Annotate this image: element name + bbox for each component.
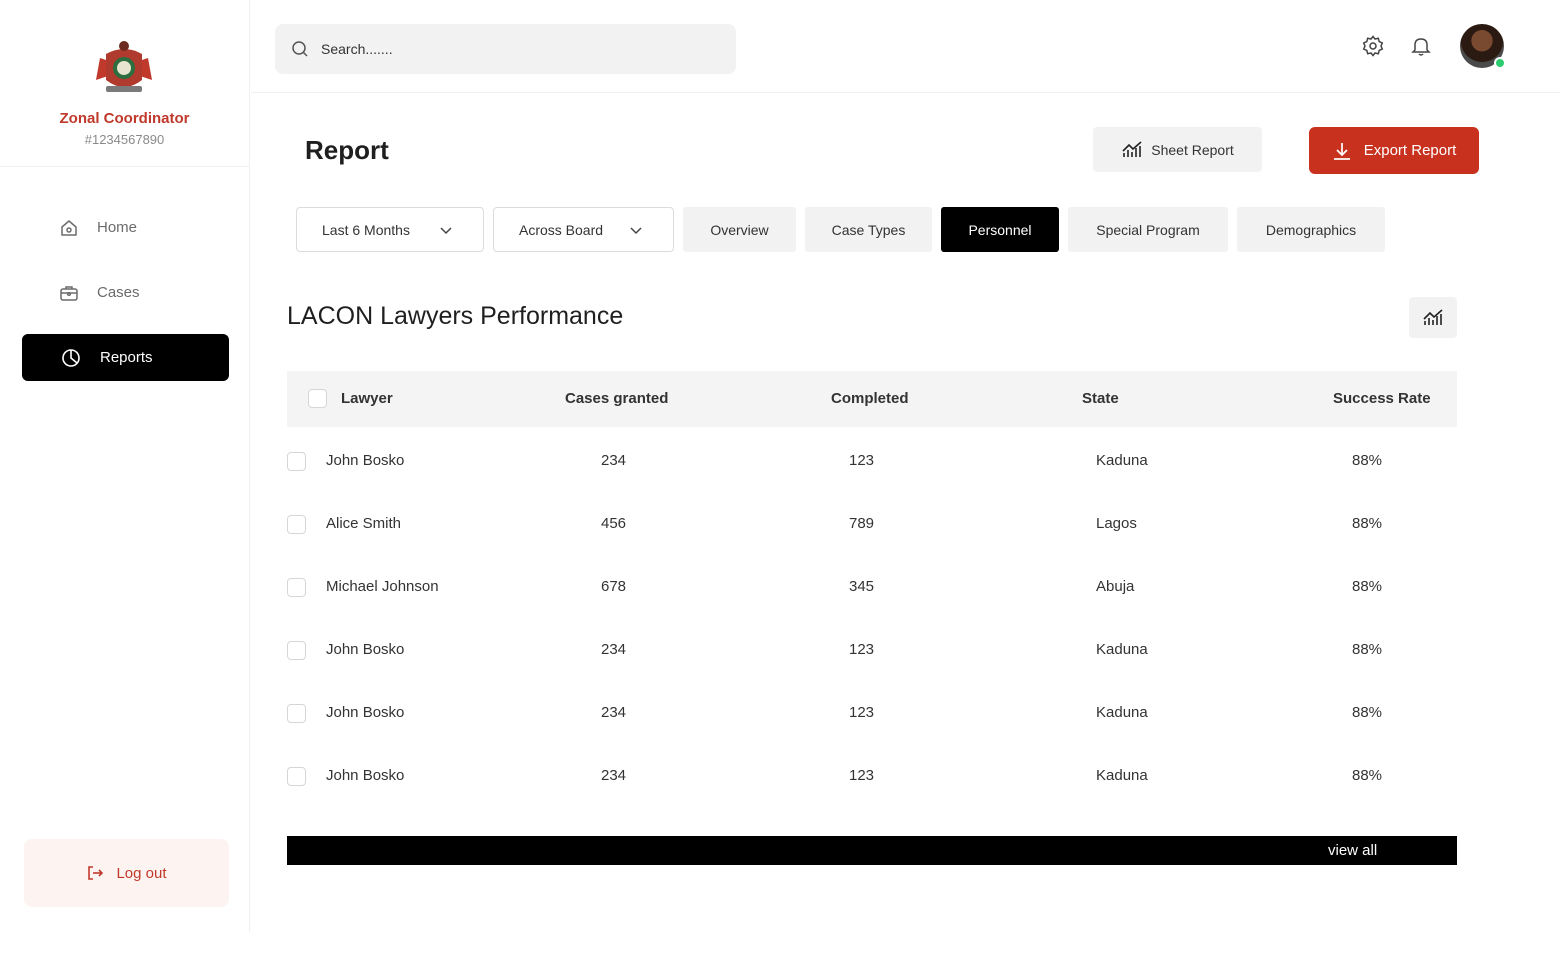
view-all-label: view all — [1328, 842, 1378, 859]
state-value: Abuja — [1096, 578, 1135, 595]
cases-granted-value: 456 — [601, 515, 627, 532]
row-checkbox[interactable] — [287, 452, 306, 471]
column-header-success-rate[interactable]: Success Rate — [1333, 390, 1431, 407]
state-value: Kaduna — [1096, 704, 1148, 721]
cases-granted-value: 234 — [601, 767, 627, 784]
row-checkbox[interactable] — [287, 515, 306, 534]
sidebar-item-home[interactable]: Home — [22, 204, 229, 251]
export-report-button[interactable]: Export Report — [1309, 127, 1479, 174]
success-rate-value: 88% — [1352, 641, 1383, 658]
tab-overview[interactable]: Overview — [683, 207, 796, 252]
lawyer-name: John Bosko — [326, 704, 405, 721]
completed-value: 123 — [849, 452, 875, 469]
scope-dropdown[interactable]: Across Board — [493, 207, 674, 252]
sheet-report-button[interactable]: Sheet Report — [1093, 127, 1262, 172]
state-value: Kaduna — [1096, 641, 1148, 658]
lawyer-name: Michael Johnson — [326, 578, 439, 595]
state-value: Kaduna — [1096, 452, 1148, 469]
success-rate-value: 88% — [1352, 515, 1383, 532]
search-bar[interactable] — [275, 24, 736, 74]
home-icon — [58, 217, 80, 239]
tab-demographics[interactable]: Demographics — [1237, 207, 1385, 252]
table-row[interactable]: John Bosko 234 123 Kaduna 88% — [287, 682, 1457, 745]
notification-bell-icon[interactable] — [1409, 34, 1433, 58]
row-checkbox[interactable] — [287, 578, 306, 597]
scope-value: Across Board — [519, 221, 604, 238]
table-header: Lawyer Cases granted Completed State Suc… — [287, 371, 1457, 427]
chevron-down-icon — [440, 226, 452, 234]
export-report-label: Export Report — [1363, 142, 1457, 159]
period-value: Last 6 Months — [322, 221, 410, 238]
user-avatar[interactable] — [1460, 24, 1506, 69]
sheet-report-label: Sheet Report — [1151, 141, 1234, 158]
user-role: Zonal Coordinator — [59, 110, 190, 127]
sidebar-item-label: Home — [97, 219, 138, 236]
lawyer-name: John Bosko — [326, 767, 405, 784]
select-all-checkbox[interactable] — [308, 389, 327, 408]
sidebar: Zonal Coordinator #1234567890 Home Cases… — [0, 0, 250, 932]
row-checkbox[interactable] — [287, 704, 306, 723]
bar-chart-trend-icon — [1423, 308, 1443, 325]
row-checkbox[interactable] — [287, 767, 306, 786]
bar-chart-trend-icon — [1121, 139, 1143, 161]
table-row[interactable]: John Bosko 234 123 Kaduna 88% — [287, 430, 1457, 493]
settings-gear-icon[interactable] — [1361, 34, 1385, 58]
success-rate-value: 88% — [1352, 452, 1383, 469]
state-value: Kaduna — [1096, 767, 1148, 784]
lawyer-name: John Bosko — [326, 452, 405, 469]
completed-value: 789 — [849, 515, 875, 532]
completed-value: 123 — [849, 704, 875, 721]
search-icon — [291, 40, 309, 58]
table-row[interactable]: John Bosko 234 123 Kaduna 88% — [287, 619, 1457, 682]
cases-granted-value: 678 — [601, 578, 627, 595]
completed-value: 123 — [849, 641, 875, 658]
page-title: Report — [305, 135, 389, 165]
column-header-cases-granted[interactable]: Cases granted — [565, 390, 668, 407]
column-header-completed[interactable]: Completed — [831, 390, 909, 407]
logout-button[interactable]: Log out — [24, 839, 229, 907]
cases-granted-value: 234 — [601, 641, 627, 658]
pie-chart-icon — [60, 347, 82, 369]
tab-personnel[interactable]: Personnel — [941, 207, 1059, 252]
tab-case-types[interactable]: Case Types — [805, 207, 932, 252]
online-status-indicator — [1494, 57, 1506, 69]
lawyer-name: John Bosko — [326, 641, 405, 658]
top-bar — [251, 0, 1560, 93]
section-title: LACON Lawyers Performance — [287, 302, 624, 330]
sidebar-item-label: Cases — [97, 284, 140, 301]
search-input[interactable] — [321, 41, 701, 57]
table-row[interactable]: John Bosko 234 123 Kaduna 88% — [287, 745, 1457, 808]
success-rate-value: 88% — [1352, 578, 1383, 595]
sidebar-item-label: Reports — [100, 349, 153, 366]
completed-value: 345 — [849, 578, 875, 595]
table-row[interactable]: Alice Smith 456 789 Lagos 88% — [287, 493, 1457, 556]
briefcase-icon — [58, 282, 80, 304]
column-header-lawyer[interactable]: Lawyer — [341, 390, 393, 407]
completed-value: 123 — [849, 767, 875, 784]
lawyer-name: Alice Smith — [326, 515, 402, 532]
chevron-down-icon — [630, 226, 642, 234]
success-rate-value: 88% — [1352, 704, 1383, 721]
download-icon — [1332, 141, 1352, 161]
row-checkbox[interactable] — [287, 641, 306, 660]
sidebar-item-reports[interactable]: Reports — [22, 334, 229, 381]
coat-of-arms-logo — [96, 41, 152, 92]
cases-granted-value: 234 — [601, 704, 627, 721]
tab-special-program[interactable]: Special Program — [1068, 207, 1228, 252]
user-id: #1234567890 — [84, 132, 165, 147]
view-all-button[interactable]: view all — [287, 836, 1457, 865]
period-dropdown[interactable]: Last 6 Months — [296, 207, 484, 252]
column-header-state[interactable]: State — [1082, 390, 1119, 407]
sidebar-item-cases[interactable]: Cases — [22, 269, 229, 316]
chart-view-button[interactable] — [1409, 297, 1457, 338]
state-value: Lagos — [1096, 515, 1137, 532]
logout-label: Log out — [116, 864, 167, 882]
table-row[interactable]: Michael Johnson 678 345 Abuja 88% — [287, 556, 1457, 619]
logout-icon — [86, 863, 106, 883]
cases-granted-value: 234 — [601, 452, 627, 469]
success-rate-value: 88% — [1352, 767, 1383, 784]
profile-card: Zonal Coordinator #1234567890 — [0, 0, 249, 167]
